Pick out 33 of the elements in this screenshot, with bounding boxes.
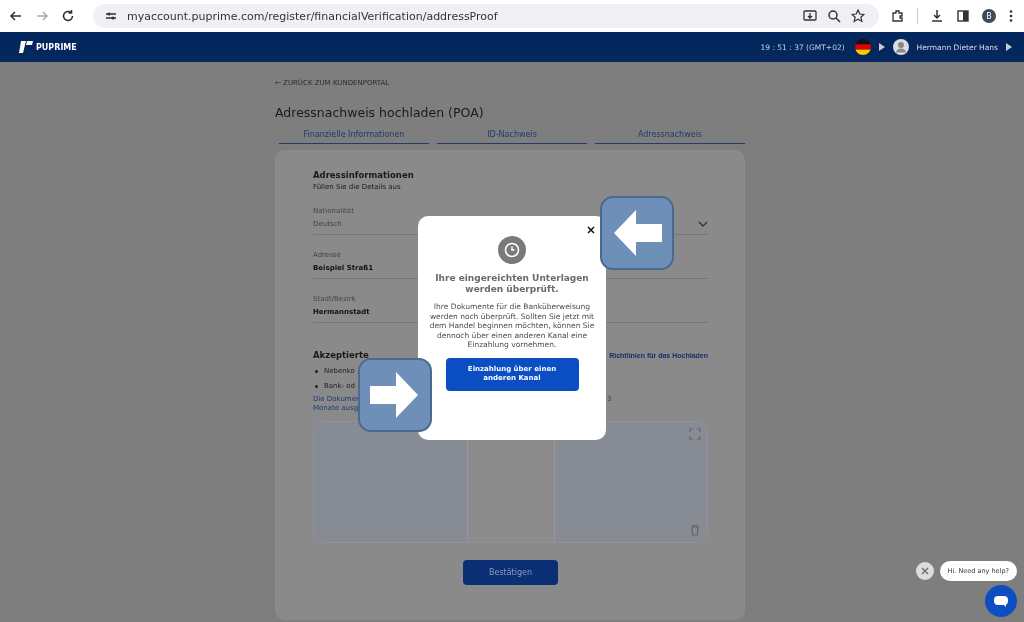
address-bar[interactable]: myaccount.puprime.com/register/financialVerification/addressProof [93, 4, 879, 28]
page-title: Adressnachweis hochladen (POA) [275, 105, 485, 122]
zoom-icon[interactable] [827, 9, 841, 23]
url-text: myaccount.puprime.com/register/financialVerification/addressProof [127, 9, 498, 23]
close-icon[interactable] [587, 226, 595, 234]
bullet-icon [315, 369, 318, 373]
star-icon[interactable] [851, 9, 865, 23]
site-settings-icon [105, 10, 117, 22]
flag-icon[interactable] [854, 39, 871, 55]
clock-icon [498, 236, 526, 264]
back-icon[interactable] [9, 9, 23, 23]
logo-text: PUPRIME [36, 42, 77, 52]
confirm-button[interactable]: Bestätigen [463, 560, 558, 585]
section-heading: Adressinformationen [313, 170, 415, 180]
section-heading: Akzeptierte [313, 350, 369, 360]
side-panel-icon[interactable] [956, 9, 970, 23]
logo-icon [18, 40, 34, 54]
profile-button[interactable]: B [982, 9, 996, 23]
download-icon[interactable] [930, 9, 944, 23]
reload-icon[interactable] [61, 9, 75, 23]
puzzle-icon[interactable] [891, 9, 905, 23]
avatar-icon[interactable] [892, 39, 909, 55]
caret-icon[interactable] [878, 43, 885, 51]
more-menu-icon[interactable] [1008, 9, 1014, 23]
dialog-title: Ihre eingereichten Unterlagen werden überprüft. [434, 273, 590, 295]
step-tab[interactable]: ID-Nachweis [437, 127, 587, 144]
chevron-down-icon [698, 221, 708, 227]
caret-icon[interactable] [1006, 43, 1012, 51]
step-tab[interactable]: Adressnachweis [595, 127, 745, 144]
chat-icon[interactable] [985, 585, 1017, 617]
install-icon[interactable] [803, 9, 817, 23]
bullet-icon [315, 384, 318, 388]
step-tab[interactable]: Finanzielle Informationen [279, 127, 429, 144]
